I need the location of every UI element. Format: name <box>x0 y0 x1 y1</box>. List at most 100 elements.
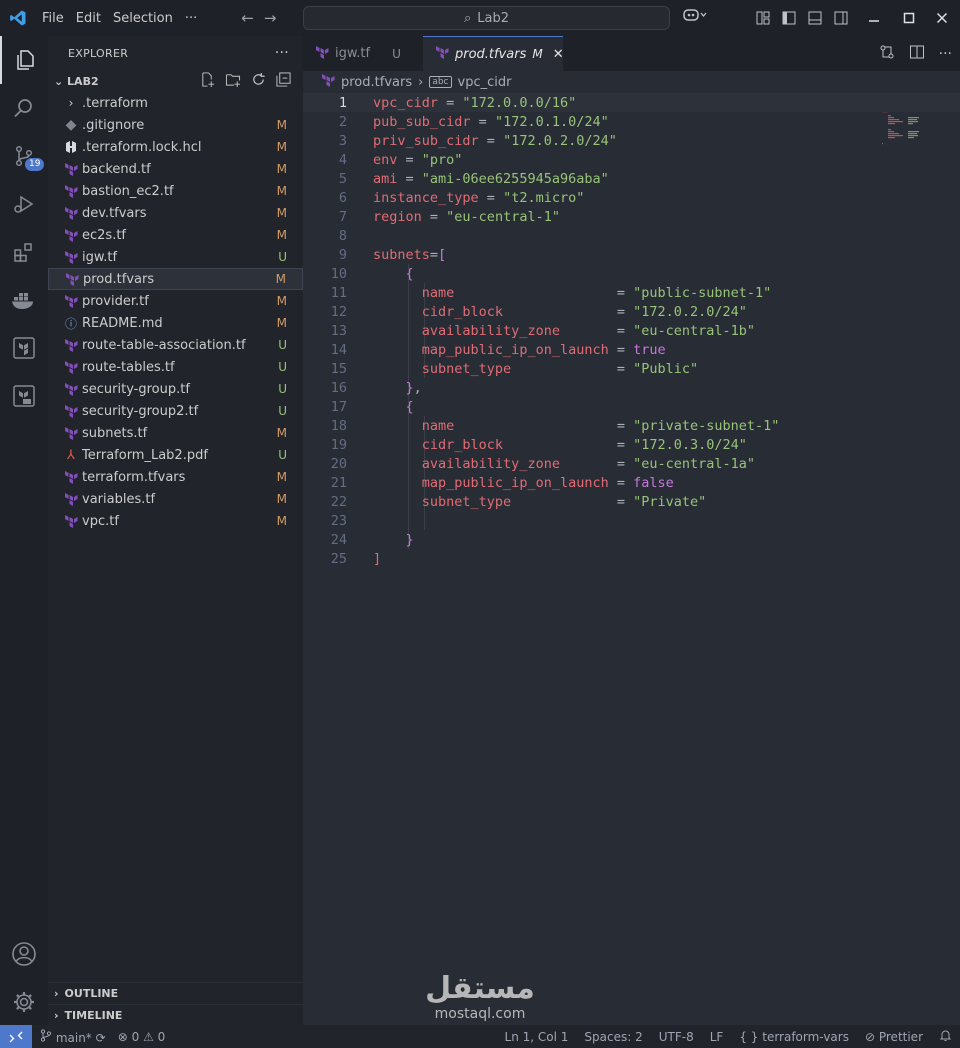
search-icon[interactable] <box>0 84 48 132</box>
run-debug-icon[interactable] <box>0 180 48 228</box>
file-item[interactable]: ⅄ Terraform_Lab2.pdf U <box>48 444 303 466</box>
cursor-position[interactable]: Ln 1, Col 1 <box>505 1030 569 1044</box>
menu-selection[interactable]: Selection <box>107 11 179 26</box>
file-item[interactable]: subnets.tf M <box>48 422 303 444</box>
explorer-icon[interactable] <box>0 36 48 84</box>
code-line: 14 map_public_ip_on_launch = true <box>303 340 960 359</box>
file-item[interactable]: › .terraform <box>48 92 303 114</box>
code-line: 13 availability_zone = "eu-central-1b" <box>303 321 960 340</box>
code-token: = <box>503 303 634 320</box>
more-actions-icon[interactable]: ··· <box>275 45 289 61</box>
refresh-icon[interactable] <box>251 72 266 91</box>
toggle-secondary-sidebar-icon[interactable] <box>828 0 854 36</box>
file-item[interactable]: prod.tfvars M <box>48 268 303 290</box>
file-item[interactable]: provider.tf M <box>48 290 303 312</box>
line-number: 8 <box>338 227 347 244</box>
code-line: 20 availability_zone = "eu-central-1a" <box>303 454 960 473</box>
file-item[interactable]: vpc.tf M <box>48 510 303 532</box>
extensions-icon[interactable] <box>0 228 48 276</box>
file-item[interactable]: ◆ .gitignore M <box>48 114 303 136</box>
timeline-section[interactable]: › TIMELINE <box>48 1004 303 1026</box>
file-name: route-table-association.tf <box>82 337 246 353</box>
outline-section[interactable]: › OUTLINE <box>48 982 303 1004</box>
split-editor-icon[interactable] <box>909 44 925 64</box>
terraform-file-icon <box>62 228 80 242</box>
code-token: = <box>559 322 634 339</box>
toggle-primary-sidebar-icon[interactable] <box>776 0 802 36</box>
terraform-icon[interactable] <box>0 324 48 372</box>
indentation[interactable]: Spaces: 2 <box>584 1030 642 1044</box>
file-item[interactable]: ⓘ README.md M <box>48 312 303 334</box>
menu-file[interactable]: File <box>36 11 70 26</box>
more-editor-actions-icon[interactable]: ··· <box>939 46 952 62</box>
problems-status[interactable]: ⊗ 0 ⚠ 0 <box>118 1030 166 1044</box>
close-tab-icon[interactable]: ✕ <box>553 47 564 62</box>
line-number: 12 <box>330 303 347 320</box>
collapse-all-icon[interactable] <box>276 71 291 91</box>
new-folder-icon[interactable] <box>225 72 241 91</box>
customize-layout-icon[interactable] <box>750 0 776 36</box>
menu-more[interactable]: ··· <box>179 11 203 26</box>
file-item[interactable]: dev.tfvars M <box>48 202 303 224</box>
back-arrow-icon[interactable]: ← <box>241 9 254 27</box>
forward-arrow-icon[interactable]: → <box>264 9 277 27</box>
terraform-cloud-icon[interactable] <box>0 372 48 420</box>
breadcrumb-file[interactable]: prod.tfvars <box>341 75 412 90</box>
new-file-icon[interactable] <box>200 71 215 91</box>
source-control-icon[interactable]: 19 <box>0 132 48 180</box>
code-line: 11 name = "public-subnet-1" <box>303 283 960 302</box>
terraform-file-icon <box>62 404 80 418</box>
line-number: 7 <box>338 208 347 225</box>
line-number: 4 <box>338 151 347 168</box>
notifications-bell-icon[interactable] <box>939 1029 952 1045</box>
language-mode[interactable]: { } terraform-vars <box>739 1030 849 1044</box>
code-token: subnet_type <box>421 493 512 510</box>
workspace-folder[interactable]: ⌄ LAB2 <box>48 70 303 92</box>
file-item[interactable]: security-group2.tf U <box>48 400 303 422</box>
file-item[interactable]: igw.tf U <box>48 246 303 268</box>
sync-icon[interactable]: ⟳ <box>96 1031 106 1045</box>
encoding[interactable]: UTF-8 <box>659 1030 694 1044</box>
line-number: 13 <box>330 322 347 339</box>
code-editor[interactable]: 1 vpc_cidr = "172.0.0.0/16" 2 pub_sub_cidr … <box>303 93 960 1025</box>
code-text: ami = "ami-06ee6255945a96aba" <box>373 171 609 187</box>
close-window-icon[interactable] <box>924 0 960 36</box>
file-item[interactable]: ec2s.tf M <box>48 224 303 246</box>
breadcrumb-symbol[interactable]: vpc_cidr <box>458 75 512 90</box>
file-item[interactable]: backend.tf M <box>48 158 303 180</box>
info-icon: ⓘ <box>64 316 77 331</box>
formatter-status[interactable]: ⊘ Prettier <box>865 1030 923 1044</box>
terraform-file-icon <box>321 73 335 91</box>
file-item[interactable]: route-table-association.tf U <box>48 334 303 356</box>
file-item[interactable]: route-tables.tf U <box>48 356 303 378</box>
account-icon[interactable] <box>0 930 48 978</box>
tab-igw-tf[interactable]: igw.tf U <box>303 36 423 71</box>
remote-indicator-icon[interactable] <box>0 1025 32 1048</box>
code-line: 21 map_public_ip_on_launch = false <box>303 473 960 492</box>
copilot-icon[interactable] <box>683 8 707 26</box>
code-token: = <box>559 455 634 472</box>
file-item[interactable]: .terraform.lock.hcl M <box>48 136 303 158</box>
file-item[interactable]: security-group.tf U <box>48 378 303 400</box>
file-name: variables.tf <box>82 491 156 507</box>
command-center-search[interactable]: ⌕ Lab2 <box>303 6 670 30</box>
branch-status[interactable]: main* ⟳ <box>40 1028 106 1045</box>
file-item[interactable]: bastion_ec2.tf M <box>48 180 303 202</box>
toggle-panel-icon[interactable] <box>802 0 828 36</box>
code-token: instance_type <box>373 189 479 206</box>
open-changes-icon[interactable] <box>879 44 895 64</box>
warning-icon: ⚠ <box>143 1029 154 1044</box>
settings-gear-icon[interactable] <box>0 978 48 1026</box>
file-item[interactable]: variables.tf M <box>48 488 303 510</box>
file-name: terraform.tfvars <box>82 469 186 485</box>
code-token: pub_sub_cidr <box>373 113 471 130</box>
tab-prod-tfvars[interactable]: prod.tfvars M ✕ <box>423 36 564 71</box>
docker-icon[interactable] <box>0 276 48 324</box>
terraform-file-icon <box>315 45 329 63</box>
code-token: "Public" <box>633 360 699 377</box>
file-item[interactable]: terraform.tfvars M <box>48 466 303 488</box>
maximize-icon[interactable] <box>894 0 924 36</box>
menu-edit[interactable]: Edit <box>70 11 107 26</box>
end-of-line[interactable]: LF <box>710 1030 724 1044</box>
minimize-icon[interactable] <box>854 0 894 36</box>
